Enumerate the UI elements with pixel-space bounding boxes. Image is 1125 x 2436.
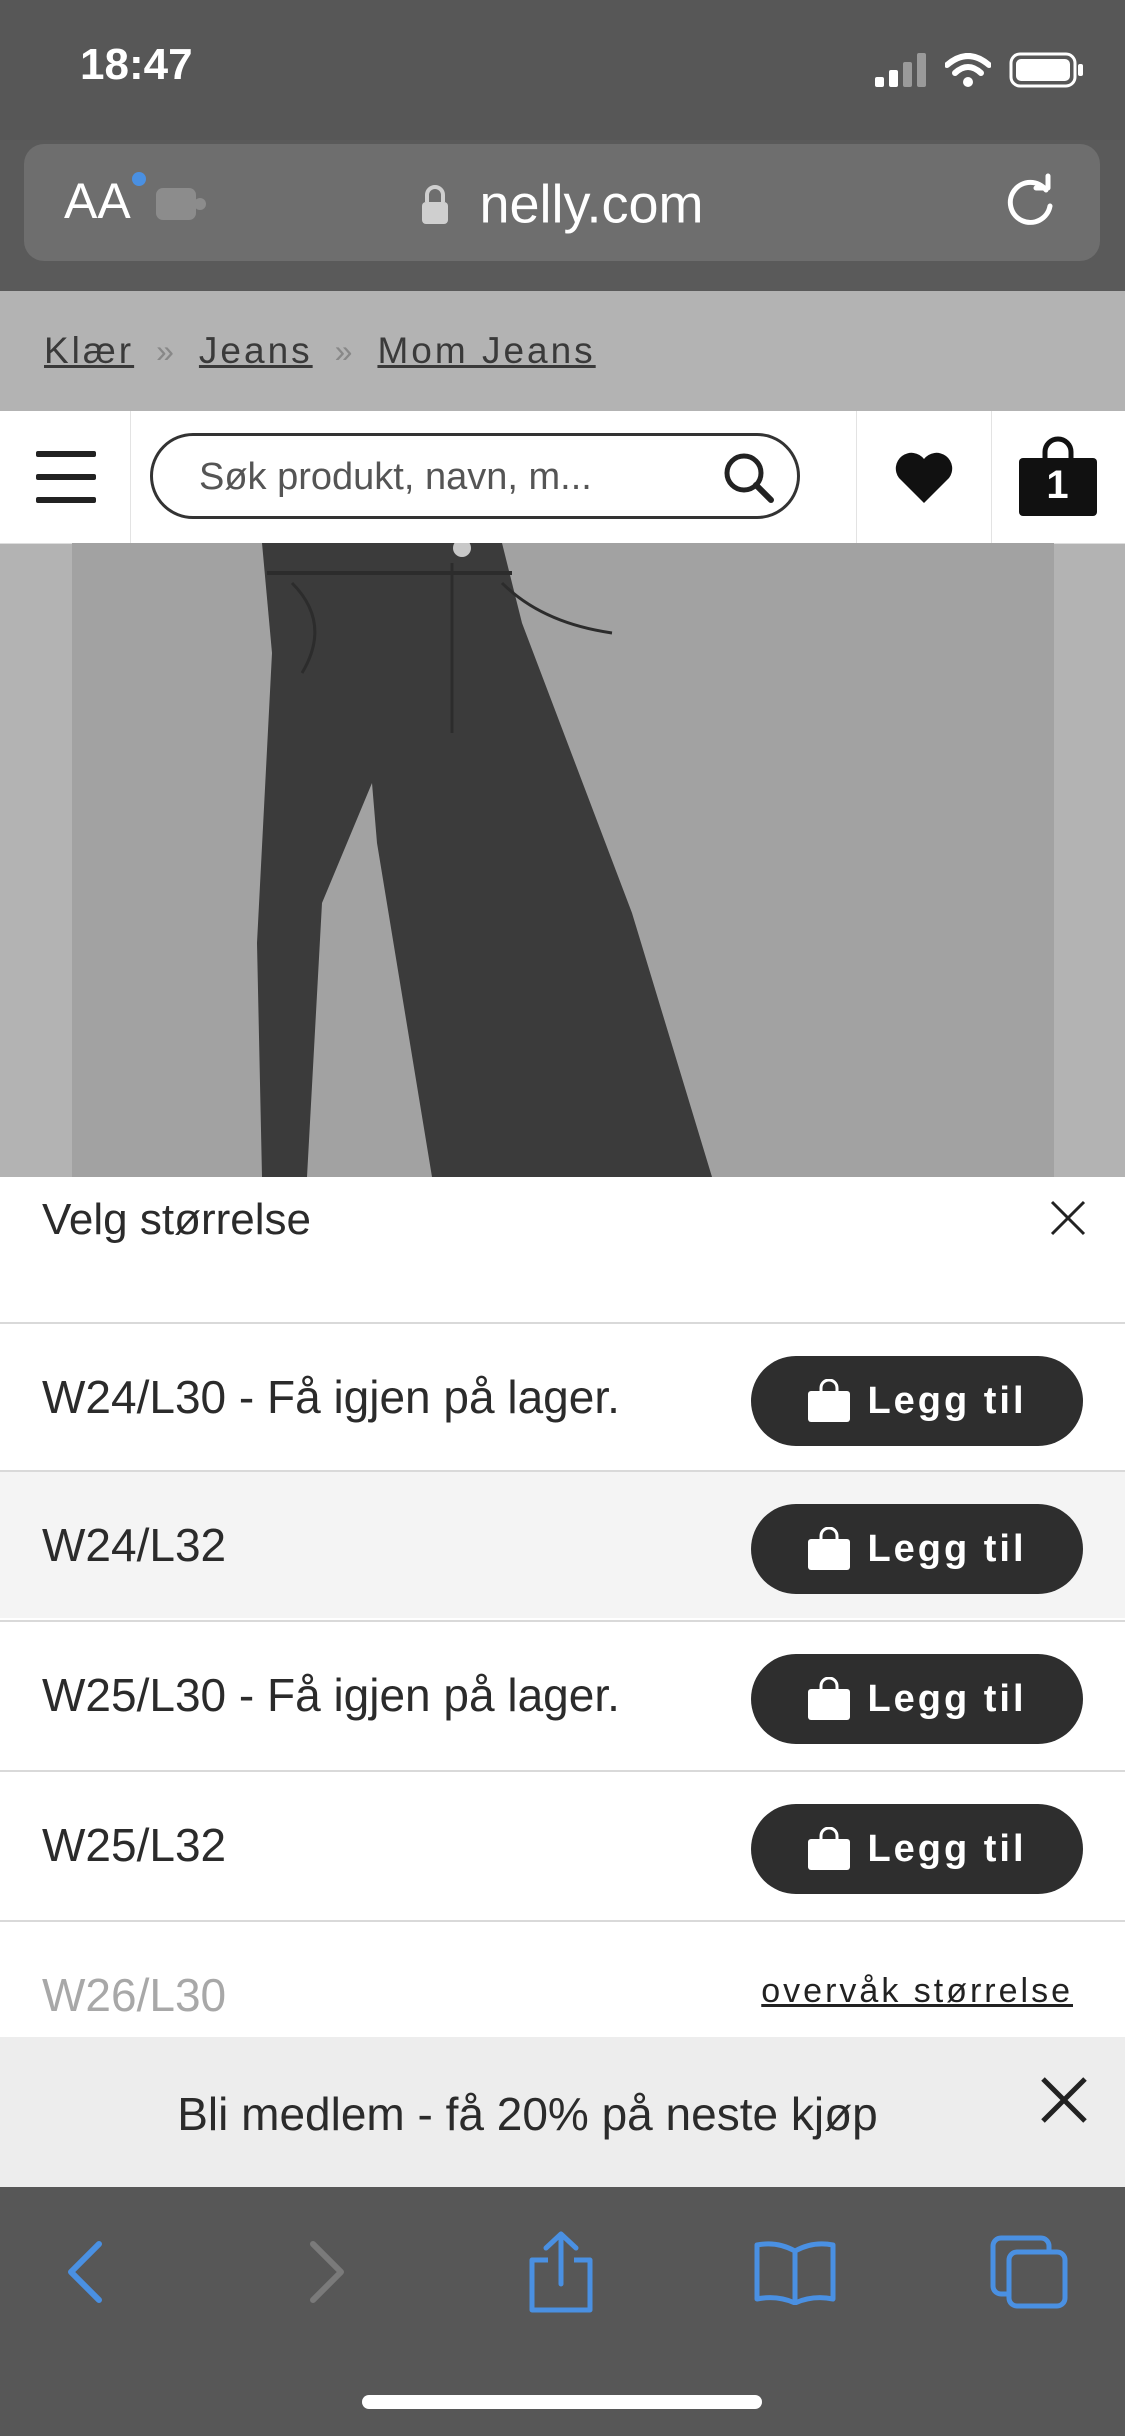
share-icon <box>529 2231 593 2313</box>
size-row[interactable]: W24/L32 Legg til <box>0 1470 1125 1618</box>
size-row[interactable]: W25/L32 Legg til <box>0 1770 1125 1918</box>
close-icon[interactable] <box>1049 1199 1087 1237</box>
shopping-bag-icon <box>808 1527 851 1570</box>
shopping-bag-icon <box>808 1677 851 1720</box>
hamburger-icon <box>36 474 96 480</box>
sheet-title: Velg størrelse <box>42 1195 311 1244</box>
breadcrumb-link-clothes[interactable]: Klær <box>44 330 134 372</box>
add-to-cart-button[interactable]: Legg til <box>751 1504 1083 1594</box>
close-icon[interactable] <box>1039 2075 1089 2125</box>
size-row: W26/L30 overvåk størrelse <box>0 1920 1125 2037</box>
add-to-cart-label: Legg til <box>867 1827 1027 1870</box>
cart-count: 1 <box>1046 463 1069 507</box>
wishlist-button[interactable] <box>856 411 992 543</box>
banner-text: Bli medlem - få 20% på neste kjøp <box>177 2088 878 2140</box>
size-label: W24/L30 - Få igjen på lager. <box>42 1371 620 1423</box>
chevron-right-icon <box>310 2241 344 2303</box>
cart-button[interactable]: 1 <box>990 411 1125 543</box>
add-to-cart-label: Legg til <box>867 1527 1027 1570</box>
breadcrumb-separator: » <box>334 332 356 369</box>
heart-icon <box>895 452 953 503</box>
site-header: 1 <box>0 411 1125 544</box>
add-to-cart-label: Legg til <box>867 1379 1027 1422</box>
url-field[interactable]: nelly.com <box>24 170 1100 236</box>
shopping-bag-icon <box>808 1379 851 1422</box>
size-row[interactable]: W24/L30 - Få igjen på lager. Legg til <box>0 1322 1125 1470</box>
tabs-icon <box>990 2235 1068 2309</box>
bookmarks-button[interactable] <box>750 2227 840 2317</box>
forward-button[interactable] <box>282 2227 372 2317</box>
search-box[interactable] <box>150 433 800 519</box>
add-to-cart-button[interactable]: Legg til <box>751 1356 1083 1446</box>
size-label: W25/L32 <box>42 1819 227 1871</box>
tabs-button[interactable] <box>984 2227 1074 2317</box>
wifi-icon <box>945 53 991 87</box>
breadcrumb: Klær » Jeans » Mom Jeans <box>44 330 596 372</box>
share-button[interactable] <box>516 2227 606 2317</box>
book-icon <box>754 2241 836 2305</box>
status-icons <box>875 50 1085 90</box>
status-bar: 18:47 <box>0 0 1125 140</box>
breadcrumb-separator: » <box>156 332 177 369</box>
chevron-left-icon <box>68 2241 102 2303</box>
jeans-image <box>72 543 1054 1177</box>
status-time: 18:47 <box>80 40 193 89</box>
add-to-cart-label: Legg til <box>867 1677 1027 1720</box>
add-to-cart-button[interactable]: Legg til <box>751 1804 1083 1894</box>
size-row[interactable]: W25/L30 - Få igjen på lager. Legg til <box>0 1620 1125 1768</box>
menu-button[interactable] <box>0 411 131 543</box>
hamburger-icon <box>36 497 96 503</box>
size-label-unavailable: W26/L30 <box>42 1969 227 2021</box>
battery-icon <box>1009 52 1083 88</box>
back-button[interactable] <box>40 2227 130 2317</box>
hamburger-icon <box>36 451 96 457</box>
size-label: W25/L30 - Få igjen på lager. <box>42 1669 620 1721</box>
add-to-cart-button[interactable]: Legg til <box>751 1654 1083 1744</box>
size-label: W24/L32 <box>42 1519 227 1571</box>
search-icon[interactable] <box>719 448 779 508</box>
watch-size-link[interactable]: overvåk størrelse <box>761 1972 1073 2011</box>
shopping-bag-icon <box>808 1827 851 1870</box>
address-bar[interactable]: AA nelly.com <box>24 144 1100 261</box>
product-image <box>72 543 1054 1177</box>
signal-icon <box>875 53 926 87</box>
size-sheet: Velg størrelse W24/L30 - Få igjen på lag… <box>0 1177 1125 2037</box>
breadcrumb-link-jeans[interactable]: Jeans <box>199 330 313 372</box>
search-input[interactable] <box>197 452 701 502</box>
url-text: nelly.com <box>479 174 704 235</box>
home-indicator[interactable] <box>362 2395 762 2409</box>
breadcrumb-link-mom-jeans[interactable]: Mom Jeans <box>377 330 595 372</box>
lock-icon <box>422 184 449 224</box>
reload-icon[interactable] <box>1000 172 1060 232</box>
member-banner[interactable]: Bli medlem - få 20% på neste kjøp <box>0 2037 1125 2187</box>
